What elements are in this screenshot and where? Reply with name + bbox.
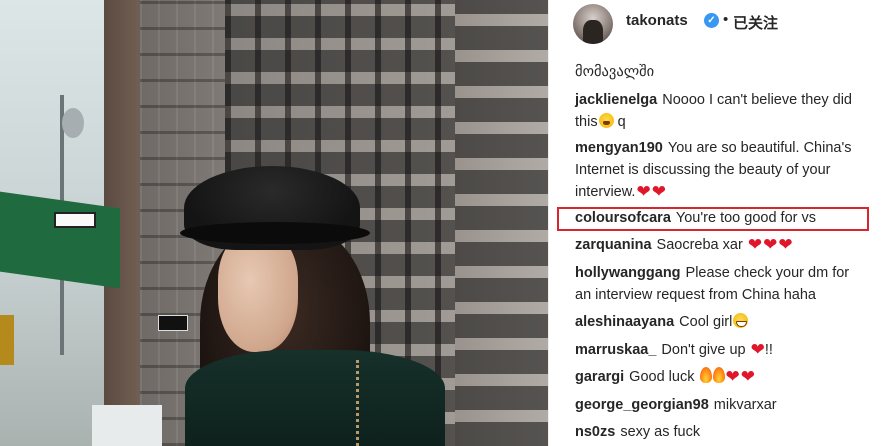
comment-text: Good luck [629, 369, 695, 385]
comment-text: this [575, 114, 598, 130]
heart-icon: ❤ [725, 367, 740, 386]
heart-icon: ❤ [651, 182, 666, 201]
comment: hollywanggang Please check your dm for an… [575, 262, 875, 306]
comment-text: Don't give up [661, 342, 746, 358]
comment-username[interactable]: hollywanggang [575, 265, 681, 281]
comment: marruskaa_ Don't give up ❤!! [575, 339, 875, 361]
heart-icon: ❤ [750, 340, 765, 359]
comment: aleshinaayana Cool girl [575, 311, 875, 333]
heart-icon: ❤ [740, 367, 755, 386]
comment-username[interactable]: aleshinaayana [575, 314, 674, 330]
heart-icon: ❤ [747, 235, 763, 254]
comment: ns0zs sexy as fuck [575, 421, 875, 443]
comment-text: You are so beautiful. China's [667, 140, 852, 156]
comment-username[interactable]: ns0zs [575, 424, 615, 440]
comment: mengyan190 You are so beautiful. China's … [575, 137, 875, 203]
comment-text: Please check your dm for [685, 265, 850, 281]
tired-face-emoji-icon [598, 113, 614, 128]
heart-icon: ❤ [778, 235, 793, 254]
comment-text: interview. [575, 184, 636, 200]
comment-username[interactable]: mengyan190 [575, 140, 663, 156]
comment-username[interactable]: george_georgian98 [575, 397, 709, 413]
comment-text: an interview request from China haha [575, 287, 816, 303]
grin-face-emoji-icon [733, 313, 749, 328]
fire-icon [712, 367, 725, 383]
photo-lamp [62, 108, 84, 138]
comment: george_georgian98 mikvarxar [575, 394, 875, 416]
comment: jacklienelga Noooo I can't believe they d… [575, 89, 875, 133]
photo-traffic-light [0, 315, 14, 365]
comment: zarquanina Saocreba xar ❤❤❤ [575, 234, 875, 256]
photo-arrow-sign [54, 212, 96, 228]
photo-street-sign [0, 191, 120, 289]
comment-username[interactable]: jacklienelga [575, 92, 657, 108]
comment-text: mikvarxar [713, 397, 777, 413]
post-photo[interactable] [0, 0, 548, 446]
photo-person-face [218, 232, 298, 352]
comment-text: Cool girl [679, 314, 733, 330]
comment: მომავალში [575, 61, 875, 83]
comment-text: Internet is discussing the beauty of you… [575, 162, 831, 178]
comment-username[interactable]: garargi [575, 369, 624, 385]
comment-text: მომავალში [575, 64, 655, 80]
photo-bag-strap [356, 360, 370, 446]
comment: garargi Good luck ❤❤ [575, 366, 875, 388]
photo-person-coat [185, 350, 445, 446]
photo-oneway-sign [158, 315, 188, 331]
comment-username[interactable]: zarquanina [575, 237, 652, 253]
heart-icon: ❤ [763, 235, 778, 254]
photo-person-cap-brim [180, 222, 370, 244]
comment-text: sexy as fuck [620, 424, 701, 440]
comment-suffix: !! [764, 342, 773, 358]
comment-text: Saocreba xar [656, 237, 743, 253]
photo-truck [92, 405, 162, 446]
heart-icon: ❤ [636, 182, 651, 201]
comment-username[interactable]: marruskaa_ [575, 342, 656, 358]
fire-icon [699, 367, 712, 383]
photo-building [455, 0, 548, 446]
comment-text: Noooo I can't believe they did [662, 92, 853, 108]
highlight-box [557, 207, 869, 231]
comment-text: q [617, 114, 626, 130]
